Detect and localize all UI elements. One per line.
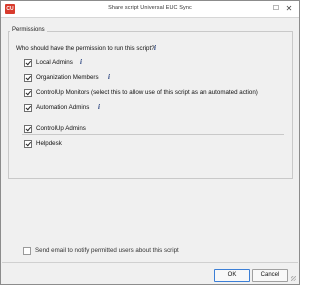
send-email-label: Send email to notify permitted users abo… xyxy=(35,247,179,254)
close-icon[interactable]: ✕ xyxy=(284,3,294,14)
ok-button[interactable]: OK xyxy=(214,269,250,282)
info-icon[interactable]: i xyxy=(108,74,113,81)
maximize-icon[interactable]: ☐ xyxy=(271,3,281,14)
permissions-legend: Permissions xyxy=(10,27,47,33)
info-icon[interactable]: i xyxy=(98,104,103,111)
controlup-admins-checkbox[interactable] xyxy=(24,125,32,133)
info-icon[interactable]: i xyxy=(154,45,159,52)
send-email-checkbox[interactable] xyxy=(23,247,31,255)
share-script-dialog: CU Share script Universal EUC Sync ☐ ✕ P… xyxy=(0,0,300,285)
title-bar: CU Share script Universal EUC Sync ☐ ✕ xyxy=(1,1,299,18)
local-admins-checkbox[interactable] xyxy=(24,59,32,67)
automation-admins-checkbox[interactable] xyxy=(24,104,32,112)
helpdesk-checkbox[interactable] xyxy=(24,140,32,148)
window-title: Share script Universal EUC Sync xyxy=(108,5,192,11)
organization-members-checkbox[interactable] xyxy=(24,74,32,82)
dialog-body: Permissions Who should have the permissi… xyxy=(2,18,298,283)
cancel-button[interactable]: Cancel xyxy=(252,269,288,282)
separator xyxy=(22,134,284,135)
controlup-admins-label: ControlUp Admins xyxy=(36,125,86,132)
controlup-monitors-label: ControlUp Monitors (select this to allow… xyxy=(36,89,258,96)
automation-admins-label: Automation Admins xyxy=(36,104,90,111)
permission-question: Who should have the permission to run th… xyxy=(16,45,155,52)
local-admins-label: Local Admins xyxy=(36,59,73,66)
footer-divider xyxy=(2,262,298,263)
helpdesk-label: Helpdesk xyxy=(36,140,62,147)
organization-members-label: Organization Members xyxy=(36,74,99,81)
controlup-monitors-checkbox[interactable] xyxy=(24,89,32,97)
resize-grip[interactable] xyxy=(291,276,296,281)
info-icon[interactable]: i xyxy=(80,59,85,66)
